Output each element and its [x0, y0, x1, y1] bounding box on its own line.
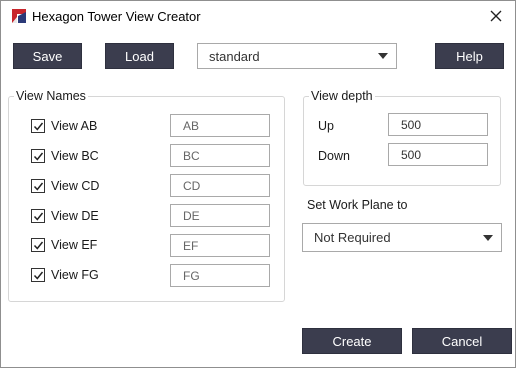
- view-de-name-input[interactable]: DE: [170, 204, 270, 227]
- checkmark-icon: [33, 271, 43, 280]
- checkmark-icon: [33, 212, 43, 221]
- app-logo-icon: [12, 9, 26, 23]
- up-depth-input[interactable]: 500: [388, 113, 488, 136]
- view-depth-group-label: View depth: [309, 89, 375, 103]
- view-names-group-label: View Names: [14, 89, 88, 103]
- view-bc-checkbox[interactable]: [31, 149, 45, 163]
- work-plane-dropdown[interactable]: Not Required: [302, 223, 502, 252]
- view-cd-name-input[interactable]: CD: [170, 174, 270, 197]
- view-fg-name-input[interactable]: FG: [170, 264, 270, 287]
- view-ab-name-input[interactable]: AB: [170, 114, 270, 137]
- view-cd-label: View CD: [51, 179, 100, 193]
- preset-selected-value: standard: [209, 48, 260, 64]
- view-ab-label: View AB: [51, 119, 98, 133]
- create-button[interactable]: Create: [302, 328, 402, 354]
- chevron-down-icon: [378, 53, 388, 59]
- view-de-checkbox[interactable]: [31, 209, 45, 223]
- view-de-label: View DE: [51, 209, 99, 223]
- checkmark-icon: [33, 152, 43, 161]
- checkmark-icon: [33, 182, 43, 191]
- work-plane-label: Set Work Plane to: [307, 198, 408, 212]
- title-bar: Hexagon Tower View Creator: [1, 1, 515, 31]
- down-depth-input[interactable]: 500: [388, 143, 488, 166]
- window-title: Hexagon Tower View Creator: [32, 9, 201, 24]
- down-label: Down: [318, 149, 350, 163]
- chevron-down-icon: [483, 234, 493, 241]
- help-button[interactable]: Help: [435, 43, 504, 69]
- view-cd-checkbox[interactable]: [31, 179, 45, 193]
- close-button[interactable]: [485, 5, 507, 27]
- view-ef-checkbox[interactable]: [31, 238, 45, 252]
- view-depth-group: [303, 96, 501, 186]
- checkmark-icon: [33, 122, 43, 131]
- save-button[interactable]: Save: [13, 43, 82, 69]
- preset-dropdown[interactable]: standard: [197, 43, 397, 69]
- up-label: Up: [318, 119, 334, 133]
- load-button[interactable]: Load: [105, 43, 174, 69]
- view-ef-label: View EF: [51, 238, 98, 252]
- dialog-window: Hexagon Tower View Creator Save Load sta…: [0, 0, 516, 368]
- checkmark-icon: [33, 241, 43, 250]
- cancel-button[interactable]: Cancel: [412, 328, 512, 354]
- view-bc-name-input[interactable]: BC: [170, 144, 270, 167]
- view-ab-checkbox[interactable]: [31, 119, 45, 133]
- view-ef-name-input[interactable]: EF: [170, 234, 270, 257]
- view-fg-checkbox[interactable]: [31, 268, 45, 282]
- close-icon: [490, 10, 502, 22]
- work-plane-selected-value: Not Required: [314, 230, 391, 245]
- view-fg-label: View FG: [51, 268, 99, 282]
- view-bc-label: View BC: [51, 149, 99, 163]
